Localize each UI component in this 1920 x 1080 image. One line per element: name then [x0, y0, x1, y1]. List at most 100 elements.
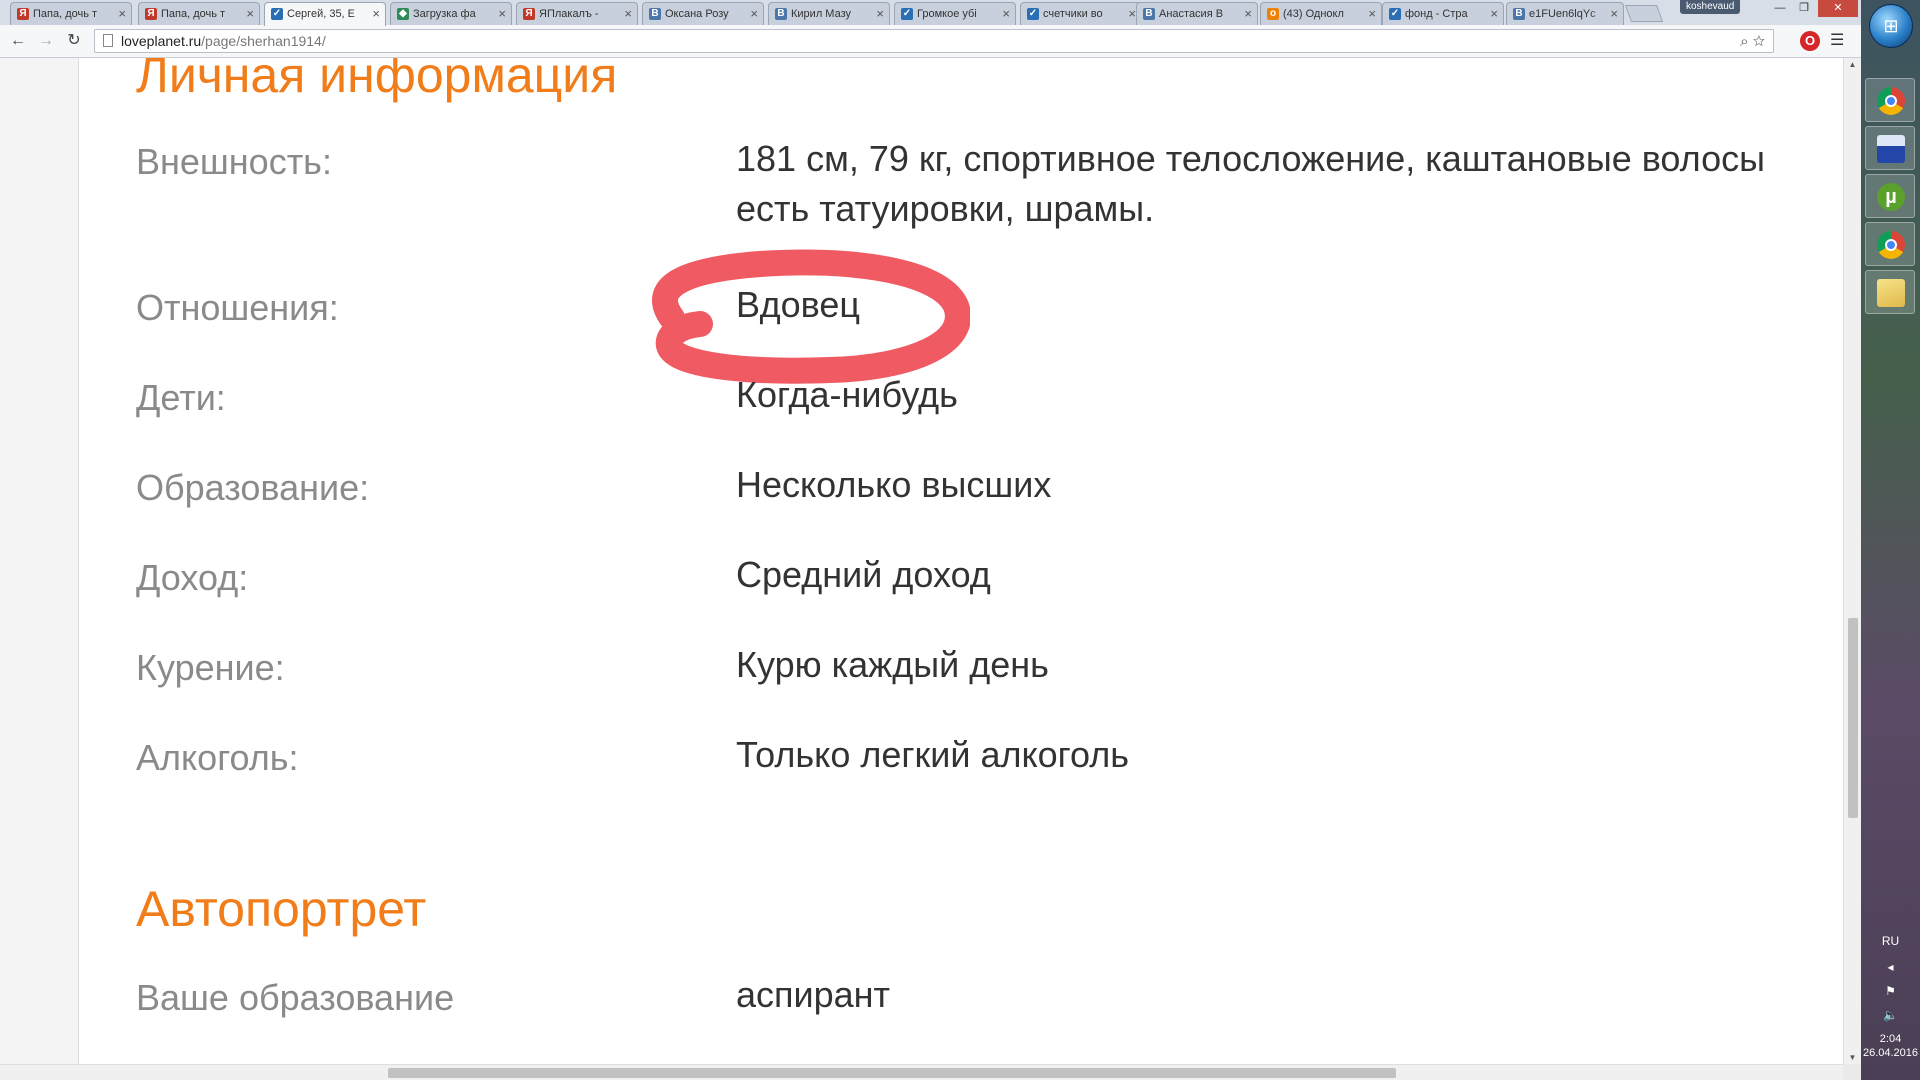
close-icon[interactable]: ×	[498, 3, 506, 25]
horizontal-scroll-thumb[interactable]	[388, 1068, 1396, 1078]
label-appearance: Внешность:	[136, 141, 332, 182]
forward-icon[interactable]: →	[36, 31, 56, 51]
windows-logo-icon: ⊞	[1883, 16, 1899, 36]
scroll-up-icon[interactable]: ▲	[1844, 60, 1861, 69]
scroll-down-icon[interactable]: ▼	[1844, 1053, 1861, 1062]
profile-badge[interactable]: koshevaud	[1680, 0, 1741, 14]
value-income: Средний доход	[736, 554, 991, 595]
label-children: Дети:	[136, 377, 226, 418]
vk-icon: B	[775, 8, 787, 20]
browser-tab[interactable]: Я Папа, дочь т ×	[10, 2, 132, 25]
folder-icon	[1877, 279, 1905, 307]
page-icon	[103, 34, 113, 47]
taskbar-item-app[interactable]	[1865, 126, 1915, 170]
browser-tab[interactable]: ✓ Громкое убі ×	[894, 2, 1016, 25]
value-appearance: 181 см, 79 кг, спортивное телосложение, …	[736, 138, 1765, 230]
vertical-scrollbar[interactable]: ▲ ▼	[1843, 58, 1861, 1064]
omnibox-actions: ⌕ ☆	[1740, 31, 1765, 53]
taskbar-item-explorer[interactable]	[1865, 270, 1915, 314]
browser-tab[interactable]: ✓ счетчики во ×	[1020, 2, 1142, 25]
extension-icon[interactable]: O	[1800, 31, 1820, 51]
label-income: Доход:	[136, 557, 249, 598]
close-window-icon[interactable]: ✕	[1818, 0, 1858, 17]
browser-tab[interactable]: B e1FUen6lqYc ×	[1506, 2, 1624, 25]
browser-toolbar: ← → ↻ loveplanet.ru/page/sherhan1914/ ⌕ …	[0, 25, 1861, 58]
yaplakal-icon: Я	[523, 8, 535, 20]
browser-tab[interactable]: Я ЯПлакалъ - ×	[516, 2, 638, 25]
loveplanet-icon: ✓	[271, 8, 283, 20]
scroll-corner	[1843, 1064, 1861, 1080]
browser-tab[interactable]: B Оксана Розу ×	[642, 2, 764, 25]
section-title-self-portrait: Автопортрет	[136, 881, 427, 937]
upload-icon: ◆	[397, 8, 409, 20]
url-text[interactable]: loveplanet.ru/page/sherhan1914/	[121, 30, 326, 52]
vertical-scroll-thumb[interactable]	[1848, 618, 1858, 818]
close-icon[interactable]: ×	[1128, 3, 1136, 25]
tab-strip: Я Папа, дочь т × Я Папа, дочь т × ✓ Серг…	[0, 0, 1861, 26]
browser-tab[interactable]: Я Папа, дочь т ×	[138, 2, 260, 25]
odnoklassniki-icon: о	[1267, 8, 1279, 20]
browser-tab[interactable]: ✓ фонд - Стра ×	[1382, 2, 1504, 25]
restore-icon[interactable]: ❐	[1792, 0, 1816, 17]
taskbar-item-utorrent[interactable]: µ	[1865, 174, 1915, 218]
chrome-icon	[1877, 87, 1905, 115]
label-smoking: Курение:	[136, 647, 285, 688]
close-icon[interactable]: ×	[1368, 3, 1376, 25]
value-children: Когда-нибудь	[736, 374, 958, 415]
back-icon[interactable]: ←	[8, 31, 28, 51]
minimize-icon[interactable]: —	[1768, 0, 1792, 17]
close-icon[interactable]: ×	[750, 3, 758, 25]
value-alcohol: Только легкий алкоголь	[736, 734, 1130, 775]
show-hidden-icons-icon[interactable]: ◂	[1861, 960, 1920, 974]
close-icon[interactable]: ×	[1002, 3, 1010, 25]
utorrent-icon: µ	[1877, 183, 1905, 211]
section-title-personal-info: Личная информация	[136, 58, 618, 103]
address-bar[interactable]: loveplanet.ru/page/sherhan1914/ ⌕ ☆	[94, 29, 1774, 53]
language-indicator[interactable]: RU	[1861, 934, 1920, 948]
browser-tab-active[interactable]: ✓ Сергей, 35, Е ×	[264, 2, 386, 26]
browser-tab[interactable]: о (43) Однокл ×	[1260, 2, 1382, 25]
menu-icon[interactable]: ☰	[1830, 31, 1844, 51]
new-tab-button[interactable]	[1624, 5, 1664, 22]
close-icon[interactable]: ×	[876, 3, 884, 25]
label-your-education: Ваше образование	[136, 977, 455, 1018]
clock[interactable]: 2:04 26.04.2016	[1861, 1032, 1920, 1060]
value-education: Несколько высших	[736, 464, 1052, 505]
vk-icon: B	[1513, 8, 1525, 20]
vk-blue-icon: ✓	[1027, 8, 1039, 20]
left-margin	[0, 58, 79, 1064]
windows-taskbar: ⊞ µ RU ◂ ⚑ 🔈 2:04 26.04.2016	[1861, 0, 1920, 1080]
action-center-flag-icon[interactable]: ⚑	[1861, 984, 1920, 998]
close-icon[interactable]: ×	[1490, 3, 1498, 25]
value-your-education: аспирант	[736, 974, 891, 1015]
browser-tab[interactable]: ◆ Загрузка фа ×	[390, 2, 512, 25]
close-icon[interactable]: ×	[246, 3, 254, 25]
label-alcohol: Алкоголь:	[136, 737, 299, 778]
reload-icon[interactable]: ↻	[64, 31, 84, 51]
browser-tab[interactable]: B Анастасия В ×	[1136, 2, 1258, 25]
zoom-icon[interactable]: ⌕	[1740, 33, 1748, 50]
vk-blue-icon: ✓	[901, 8, 913, 20]
taskbar-item-chrome-2[interactable]	[1865, 222, 1915, 266]
yaplakal-icon: Я	[145, 8, 157, 20]
close-icon[interactable]: ×	[1244, 3, 1252, 25]
close-icon[interactable]: ×	[1610, 3, 1618, 25]
horizontal-scrollbar[interactable]	[0, 1064, 1843, 1080]
page-viewport: Личная информация Внешность: 181 см, 79 …	[0, 58, 1843, 1064]
taskbar-item-chrome[interactable]	[1865, 78, 1915, 122]
start-button[interactable]: ⊞	[1869, 4, 1913, 48]
bookmark-star-icon[interactable]: ☆	[1753, 33, 1765, 50]
value-smoking: Курю каждый день	[736, 644, 1049, 685]
chrome-icon	[1877, 231, 1905, 259]
volume-icon[interactable]: 🔈	[1861, 1008, 1920, 1022]
browser-tab[interactable]: B Кирил Мазу ×	[768, 2, 890, 25]
value-relationship: Вдовец	[736, 284, 860, 325]
floppy-disk-icon	[1877, 135, 1905, 163]
close-icon[interactable]: ×	[118, 3, 126, 25]
close-icon[interactable]: ×	[624, 3, 632, 25]
label-education: Образование:	[136, 467, 370, 508]
vk-blue-icon: ✓	[1389, 8, 1401, 20]
close-icon[interactable]: ×	[372, 3, 380, 25]
yaplakal-icon: Я	[17, 8, 29, 20]
label-relationship: Отношения:	[136, 287, 339, 328]
